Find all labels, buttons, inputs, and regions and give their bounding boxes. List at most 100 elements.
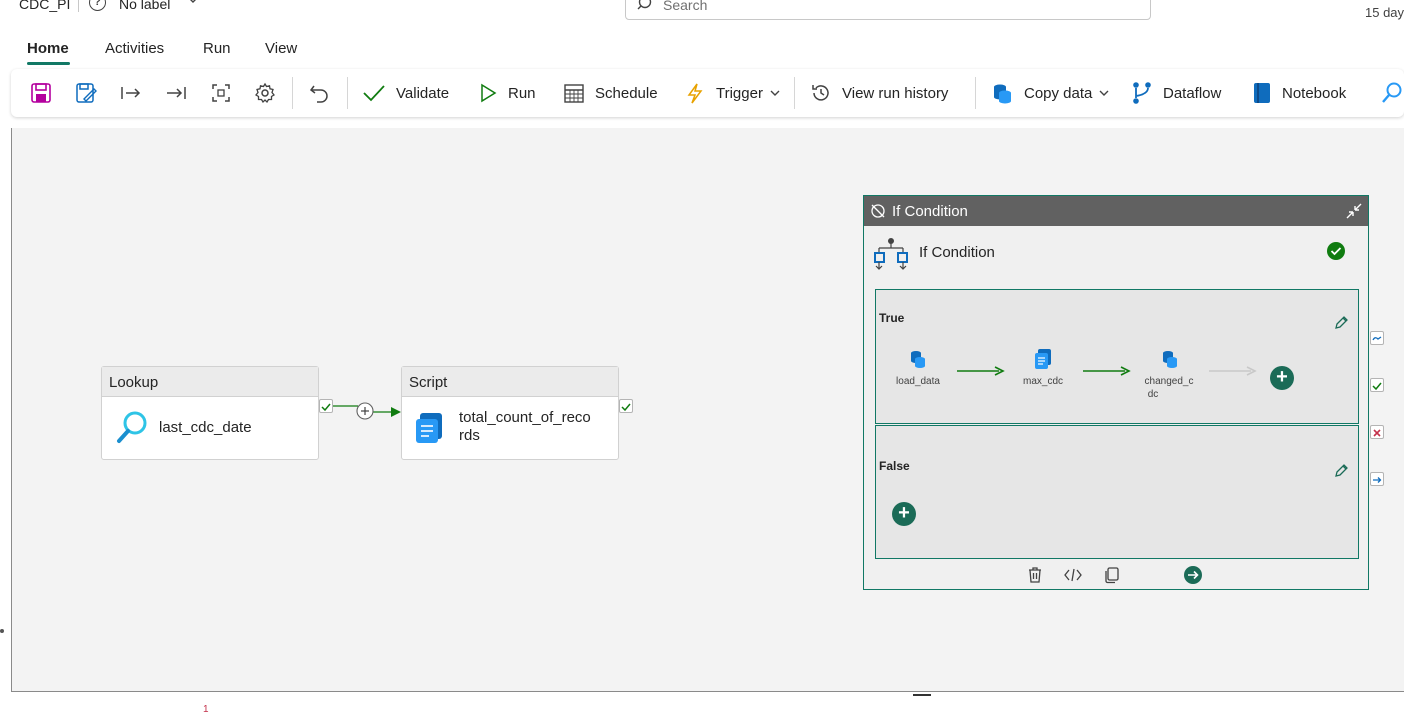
tab-activities[interactable]: Activities (105, 40, 164, 57)
on-success-handle[interactable] (1370, 378, 1384, 392)
undo-icon (309, 85, 328, 103)
script-activity[interactable]: Script total_count_of_reco rds (401, 366, 619, 460)
toolbar-divider (975, 77, 976, 109)
copy-data-label: Copy data (1024, 84, 1093, 102)
toolbar: Validate Run Schedule Trigger View run h… (11, 69, 1404, 117)
success-connector (957, 366, 1005, 376)
ribbon-tabs: Home Activities Run View (0, 36, 1404, 66)
tab-run[interactable]: Run (203, 40, 231, 57)
resize-handle[interactable] (913, 694, 931, 696)
edit-icon (1335, 464, 1348, 477)
validate-button[interactable]: Validate (362, 69, 449, 117)
on-success-handle[interactable] (319, 399, 333, 413)
add-activity-button[interactable]: + (892, 502, 916, 526)
trigger-button[interactable]: Trigger (684, 69, 781, 117)
divider (78, 0, 79, 12)
activity-name[interactable]: load_data (890, 376, 946, 388)
search-box[interactable]: Search (625, 0, 1151, 20)
notebook-label: Notebook (1282, 84, 1347, 102)
edit-icon (1335, 316, 1348, 329)
deactivated-icon (871, 204, 885, 218)
toolbar-divider (347, 77, 348, 109)
save-as-button[interactable] (75, 69, 97, 117)
history-icon (812, 85, 829, 101)
activity-name-line1[interactable]: changed_c (1141, 376, 1197, 388)
success-connector (1083, 366, 1131, 376)
view-run-history-button[interactable]: View run history (810, 69, 948, 117)
lookup-icon (117, 411, 147, 443)
tab-home[interactable]: Home (27, 40, 69, 57)
chevron-down-icon (770, 90, 780, 96)
activity-name-line1: total_count_of_reco (459, 409, 591, 426)
settings-button[interactable] (254, 69, 276, 117)
run-label: Run (508, 84, 536, 102)
sensitivity-icon[interactable]: ? (89, 0, 106, 11)
undo-button[interactable] (308, 69, 330, 117)
copy-data-icon (911, 351, 925, 368)
validate-label: Validate (396, 84, 450, 102)
chevron-down-icon[interactable] (187, 0, 199, 9)
if-condition-header-title: If Condition (892, 203, 968, 220)
activity-name-line2[interactable]: dc (1141, 389, 1165, 401)
more-search-button[interactable] (1380, 69, 1404, 117)
script-icon (416, 413, 442, 443)
pending-connector (1209, 366, 1257, 376)
if-condition-name: If Condition (919, 244, 995, 261)
activity-name: last_cdc_date (159, 419, 252, 436)
activity-name[interactable]: max_cdc (1015, 376, 1071, 388)
activity-type: Lookup (102, 367, 318, 397)
success-icon (1327, 242, 1345, 260)
play-icon (481, 83, 497, 103)
code-icon (1064, 568, 1082, 582)
schedule-label: Schedule (595, 84, 658, 102)
indent-button[interactable] (120, 69, 142, 117)
schedule-button[interactable]: Schedule (563, 69, 658, 117)
run-button[interactable]: Run (478, 69, 536, 117)
success-connector[interactable] (333, 398, 405, 424)
view-run-history-label: View run history (842, 84, 949, 102)
toolbar-divider (794, 77, 795, 109)
copy-data-button[interactable]: Copy data (990, 69, 1110, 117)
trigger-label: Trigger (716, 84, 763, 102)
error-count-badge: 1 (203, 704, 209, 715)
on-failure-handle[interactable] (1370, 425, 1384, 439)
save-edit-icon (76, 83, 97, 103)
save-icon (31, 83, 51, 103)
go-to-activity-icon (1184, 566, 1202, 584)
active-tab-indicator (27, 62, 70, 65)
dataflow-button[interactable]: Dataflow (1131, 69, 1221, 117)
drag-dot (0, 629, 4, 633)
false-branch-label: False (879, 459, 910, 473)
save-button[interactable] (30, 69, 52, 117)
checkmark-icon (363, 85, 385, 102)
true-branch[interactable]: True load_data max_cdc changed_c dc + (875, 289, 1359, 424)
script-icon (1035, 349, 1051, 369)
toolbar-divider (292, 77, 293, 109)
dataflow-icon (1133, 82, 1151, 104)
copy-icon (1105, 567, 1119, 584)
outdent-button[interactable] (165, 69, 187, 117)
sensitivity-label[interactable]: No label (119, 0, 170, 12)
calendar-icon (564, 84, 584, 103)
fit-screen-icon (212, 84, 230, 102)
activity-name-line2: rds (459, 427, 480, 444)
delete-icon (1029, 567, 1041, 583)
tab-view[interactable]: View (265, 40, 297, 57)
title-bar: CDC_PI ? No label Search 15 day (0, 0, 1404, 28)
skip-handle[interactable] (1370, 331, 1384, 345)
fit-to-screen-button[interactable] (210, 69, 232, 117)
search-icon (1382, 82, 1402, 103)
lightning-icon (687, 83, 703, 104)
on-success-handle[interactable] (619, 399, 633, 413)
false-branch[interactable]: False + (875, 425, 1359, 559)
trial-text: 15 day (1365, 5, 1404, 20)
on-completion-handle[interactable] (1370, 472, 1384, 486)
lookup-activity[interactable]: Lookup last_cdc_date (101, 366, 319, 460)
notebook-icon (1254, 83, 1270, 103)
add-activity-button[interactable]: + (1270, 366, 1294, 390)
if-condition-activity[interactable]: If Condition If Condition True load_data… (863, 195, 1369, 590)
notebook-button[interactable]: Notebook (1252, 69, 1346, 117)
dataflow-label: Dataflow (1163, 84, 1222, 102)
copy-data-icon (994, 84, 1011, 104)
pipeline-title[interactable]: CDC_PI (19, 0, 70, 12)
